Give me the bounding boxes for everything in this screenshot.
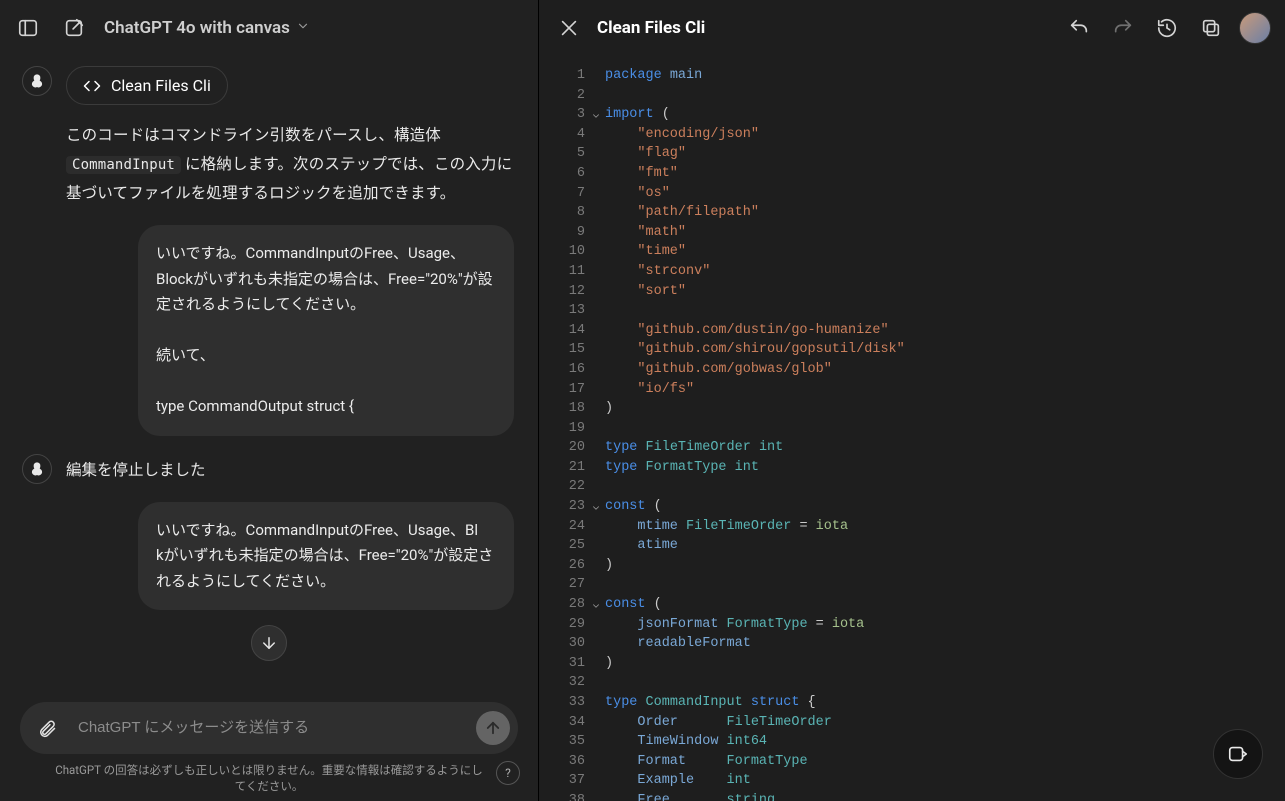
inline-code: CommandInput [66,156,181,174]
system-text: 編集を停止しました [66,458,206,480]
fold-chevron-icon[interactable] [591,109,603,121]
code-icon [83,77,101,95]
user-message: いいですね。CommandInputのFree、Usage、Blockがいずれも… [22,225,514,436]
code-content: package main import ( "encoding/json" "f… [605,66,905,801]
system-message: 編集を停止しました [22,454,514,484]
user-message: いいですね。CommandInputのFree、Usage、Bl kがいずれも未… [22,502,514,611]
fold-gutter [591,66,605,801]
scroll-to-bottom-button[interactable] [251,625,287,661]
attach-button[interactable] [30,711,64,745]
copy-button[interactable] [1195,12,1227,44]
user-avatar[interactable] [1239,12,1271,44]
canvas-actions-button[interactable] [1213,729,1263,779]
history-button[interactable] [1151,12,1183,44]
disclaimer: ChatGPT の回答は必ずしも正しいとは限りません。重要な情報は確認するように… [20,762,518,795]
user-bubble: いいですね。CommandInputのFree、Usage、Blockがいずれも… [138,225,514,436]
close-canvas-button[interactable] [553,12,585,44]
chat-scroll[interactable]: Clean Files Cli このコードはコマンドライン引数をパースし、構造体… [0,56,538,702]
user-bubble: いいですね。CommandInputのFree、Usage、Bl kがいずれも未… [138,502,514,611]
toggle-sidebar-icon[interactable] [12,12,44,44]
assistant-message: Clean Files Cli このコードはコマンドライン引数をパースし、構造体… [22,66,514,207]
new-chat-icon[interactable] [58,12,90,44]
line-gutter: 1234567891011121314151617181920212223242… [539,66,591,801]
assistant-text: このコードはコマンドライン引数をパースし、構造体 CommandInput に格… [66,121,514,207]
fold-chevron-icon[interactable] [591,599,603,611]
chevron-down-icon [296,18,310,38]
assistant-avatar [22,66,52,96]
composer: ChatGPT の回答は必ずしも正しいとは限りません。重要な情報は確認するように… [0,702,538,801]
help-button[interactable]: ? [496,761,520,785]
redo-button[interactable] [1107,12,1139,44]
model-picker[interactable]: ChatGPT 4o with canvas [104,18,310,38]
canvas-title: Clean Files Cli [597,18,1051,38]
canvas-chip[interactable]: Clean Files Cli [66,66,228,105]
composer-input[interactable] [76,718,464,737]
canvas-chip-label: Clean Files Cli [111,76,211,95]
chat-header: ChatGPT 4o with canvas [0,0,538,56]
undo-button[interactable] [1063,12,1095,44]
model-label: ChatGPT 4o with canvas [104,18,290,38]
canvas-header: Clean Files Cli [539,0,1285,56]
canvas-pane: Clean Files Cli 123456789101112131415161… [538,0,1285,801]
chat-pane: ChatGPT 4o with canvas Clean Files Cli [0,0,538,801]
send-button[interactable] [476,711,510,745]
assistant-avatar [22,454,52,484]
fold-chevron-icon[interactable] [591,501,603,513]
code-editor[interactable]: 1234567891011121314151617181920212223242… [539,56,1285,801]
